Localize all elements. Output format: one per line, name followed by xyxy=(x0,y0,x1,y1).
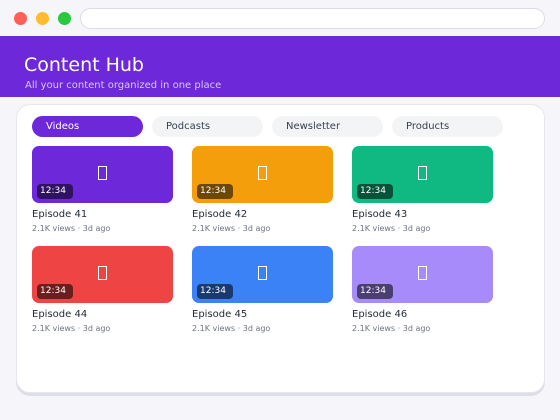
tab-products[interactable]: Products xyxy=(392,116,503,137)
tab-newsletter[interactable]: Newsletter xyxy=(272,116,383,137)
app-header: Content Hub All your content organized i… xyxy=(0,36,560,97)
close-window-button[interactable] xyxy=(14,12,27,25)
duration-badge: 12:34 xyxy=(197,184,233,199)
duration-badge: 12:34 xyxy=(37,284,73,299)
video-meta: 2.1K views · 3d ago xyxy=(192,324,271,333)
video-thumbnail[interactable]: 12:34 xyxy=(32,146,173,203)
page-title: Content Hub xyxy=(24,54,144,76)
play-icon xyxy=(192,166,333,183)
duration-badge: 12:34 xyxy=(37,184,73,199)
video-thumbnail[interactable]: 12:34 xyxy=(352,146,493,203)
video-title[interactable]: Episode 43 xyxy=(352,210,407,220)
video-meta: 2.1K views · 3d ago xyxy=(32,324,111,333)
play-icon xyxy=(192,266,333,283)
play-icon xyxy=(32,266,173,283)
play-icon xyxy=(352,266,493,283)
duration-badge: 12:34 xyxy=(197,284,233,299)
video-title[interactable]: Episode 41 xyxy=(32,210,87,220)
video-thumbnail[interactable]: 12:34 xyxy=(192,246,333,303)
window-titlebar xyxy=(0,0,560,36)
video-thumbnail[interactable]: 12:34 xyxy=(32,246,173,303)
video-meta: 2.1K views · 3d ago xyxy=(352,224,431,233)
video-title[interactable]: Episode 44 xyxy=(32,310,87,320)
video-title[interactable]: Episode 42 xyxy=(192,210,247,220)
video-meta: 2.1K views · 3d ago xyxy=(352,324,431,333)
play-icon xyxy=(352,166,493,183)
video-title[interactable]: Episode 46 xyxy=(352,310,407,320)
address-bar[interactable] xyxy=(80,8,545,29)
duration-badge: 12:34 xyxy=(357,184,393,199)
video-meta: 2.1K views · 3d ago xyxy=(192,224,271,233)
tab-podcasts[interactable]: Podcasts xyxy=(152,116,263,137)
duration-badge: 12:34 xyxy=(357,284,393,299)
tab-videos[interactable]: Videos xyxy=(32,116,143,137)
video-title[interactable]: Episode 45 xyxy=(192,310,247,320)
video-thumbnail[interactable]: 12:34 xyxy=(192,146,333,203)
page-subtitle: All your content organized in one place xyxy=(25,80,222,91)
video-meta: 2.1K views · 3d ago xyxy=(32,224,111,233)
play-icon xyxy=(32,166,173,183)
video-thumbnail[interactable]: 12:34 xyxy=(352,246,493,303)
maximize-window-button[interactable] xyxy=(58,12,71,25)
minimize-window-button[interactable] xyxy=(36,12,49,25)
